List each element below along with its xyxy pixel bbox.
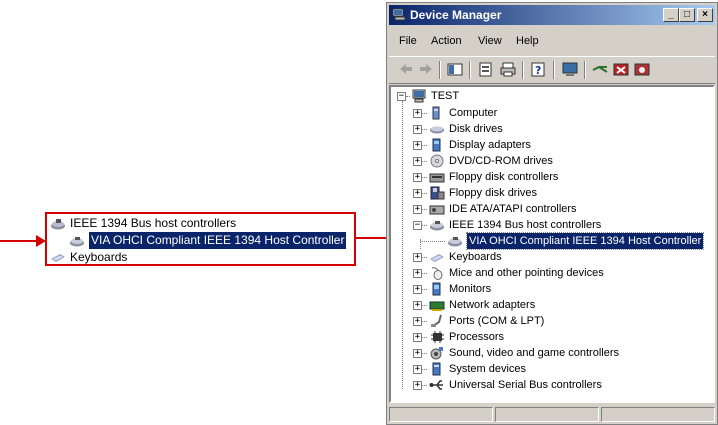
- minimize-icon: _: [668, 9, 674, 20]
- firewire-icon: [51, 219, 65, 230]
- network-adapter-icon: [429, 301, 445, 311]
- expand-toggle[interactable]: +: [413, 333, 422, 342]
- tree-line: [422, 305, 427, 306]
- window-title: Device Manager: [410, 8, 502, 22]
- toolbar-separator: [439, 61, 441, 79]
- monitor-icon: [432, 282, 441, 296]
- tree-line: [422, 385, 427, 386]
- print-icon[interactable]: [499, 61, 517, 78]
- close-icon: ×: [702, 9, 708, 20]
- status-panel: [601, 407, 715, 422]
- expand-toggle[interactable]: +: [413, 125, 422, 134]
- tree-line: [422, 129, 427, 130]
- properties-icon[interactable]: [477, 61, 495, 78]
- minimize-button[interactable]: _: [663, 8, 679, 22]
- menu-view[interactable]: View: [478, 35, 502, 47]
- system-device-icon: [432, 362, 441, 376]
- firewire-device-icon: [70, 237, 84, 247]
- device-tree[interactable]: − TEST + Computer + Disk drives + Displa…: [389, 85, 715, 403]
- device-manager-icon: [392, 8, 406, 21]
- floppy-controller-icon: [429, 173, 445, 183]
- expand-toggle[interactable]: +: [413, 173, 422, 182]
- ide-controller-icon: [429, 205, 445, 215]
- tree-line: [422, 337, 427, 338]
- floppy-drive-icon: [430, 186, 445, 200]
- expand-toggle[interactable]: +: [413, 157, 422, 166]
- tree-line: [422, 161, 427, 162]
- port-icon: [431, 314, 442, 327]
- menu-help[interactable]: Help: [516, 35, 539, 47]
- keyboard-icon: [430, 254, 444, 262]
- disable-icon[interactable]: [633, 61, 651, 78]
- expand-toggle[interactable]: +: [413, 205, 422, 214]
- tree-line: [422, 225, 427, 226]
- collapse-toggle[interactable]: −: [413, 221, 422, 230]
- toolbar-separator: [522, 61, 524, 79]
- keyboard-icon: [51, 254, 65, 262]
- tree-line: [422, 177, 427, 178]
- expand-toggle[interactable]: +: [413, 269, 422, 278]
- status-panel: [389, 407, 493, 422]
- back-icon[interactable]: [397, 61, 415, 78]
- menu-file[interactable]: File: [399, 35, 417, 47]
- help-icon[interactable]: ?: [529, 61, 547, 78]
- device-manager-window: Device Manager _ □ × File Action View He…: [386, 2, 718, 425]
- sound-icon: [430, 347, 443, 360]
- toolbar: ?: [389, 56, 715, 84]
- tree-line: [422, 145, 427, 146]
- expand-toggle[interactable]: +: [413, 253, 422, 262]
- firewire-icon: [430, 221, 444, 231]
- expand-toggle[interactable]: +: [413, 285, 422, 294]
- tree-line: [422, 257, 427, 258]
- show-hide-tree-icon[interactable]: [446, 61, 464, 78]
- tree-line: [422, 353, 427, 354]
- svg-text:?: ?: [535, 64, 541, 77]
- processor-icon: [431, 331, 444, 343]
- arrow-right-icon: [0, 235, 46, 247]
- uninstall-icon[interactable]: [612, 61, 630, 78]
- forward-icon[interactable]: [417, 61, 435, 78]
- expand-toggle[interactable]: +: [413, 109, 422, 118]
- maximize-button[interactable]: □: [679, 8, 695, 22]
- close-button[interactable]: ×: [697, 8, 713, 22]
- tree-line: [420, 241, 445, 242]
- update-driver-icon[interactable]: [591, 61, 609, 78]
- display-icon: [432, 138, 441, 152]
- expand-toggle[interactable]: +: [413, 141, 422, 150]
- menu-action[interactable]: Action: [431, 35, 462, 47]
- tree-line: [402, 101, 403, 389]
- tree-line: [422, 289, 427, 290]
- computer-icon: [432, 106, 440, 120]
- expand-toggle[interactable]: +: [413, 317, 422, 326]
- disk-drive-icon: [430, 126, 444, 134]
- status-bar: [389, 405, 715, 423]
- title-bar[interactable]: Device Manager _ □ ×: [389, 5, 715, 25]
- expand-toggle[interactable]: +: [413, 381, 422, 390]
- tree-line: [406, 96, 410, 97]
- expand-toggle[interactable]: +: [413, 349, 422, 358]
- firewire-device-icon: [448, 237, 462, 247]
- collapse-toggle[interactable]: −: [397, 92, 406, 101]
- cdrom-icon: [430, 154, 444, 168]
- tree-line: [422, 369, 427, 370]
- tree-line: [422, 273, 427, 274]
- tree-line: [422, 113, 427, 114]
- tree-line: [422, 321, 427, 322]
- tree-line: [422, 193, 427, 194]
- maximize-icon: □: [683, 9, 691, 20]
- toolbar-separator: [584, 61, 586, 79]
- expand-toggle[interactable]: +: [413, 365, 422, 374]
- toolbar-separator: [469, 61, 471, 79]
- usb-icon: [429, 380, 443, 390]
- tree-line: [422, 209, 427, 210]
- computer-icon: [412, 89, 426, 103]
- status-panel: [495, 407, 599, 422]
- toolbar-separator: [553, 61, 555, 79]
- scan-hardware-icon[interactable]: [561, 61, 579, 78]
- expand-toggle[interactable]: +: [413, 301, 422, 310]
- expand-toggle[interactable]: +: [413, 189, 422, 198]
- zoom-callout: IEEE 1394 Bus host controllers VIA OHCI …: [45, 212, 356, 266]
- mouse-icon: [431, 267, 443, 280]
